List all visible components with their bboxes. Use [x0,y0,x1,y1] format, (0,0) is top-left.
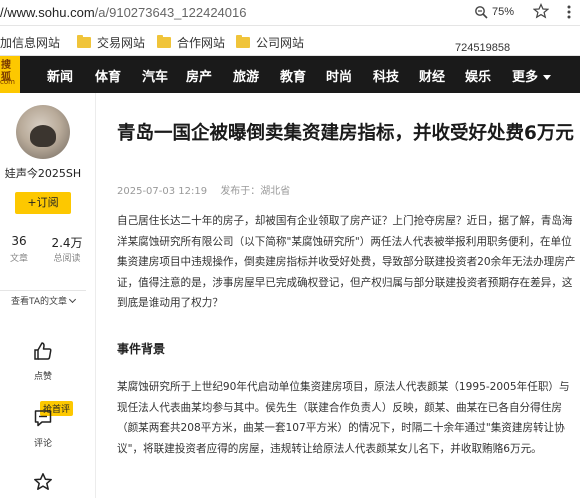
star-icon [34,473,52,490]
bookmark-folder[interactable]: 交易网站 [77,34,145,51]
like-button[interactable]: 点赞 [26,341,60,382]
zoom-out-icon[interactable] [474,5,488,19]
articles-count: 36 [11,234,27,248]
thumbs-up-icon [34,342,52,360]
author-name[interactable]: 娃声今2025SH [0,165,86,181]
folder-icon [236,35,250,48]
nav-item-more[interactable]: 更多 [512,66,552,85]
address-bar[interactable]: //www.sohu.com/a/910273643_122424016 75% [0,0,580,26]
nav-item-finance[interactable]: 财经 [419,66,445,85]
publish-location: 发布于：湖北省 [220,186,291,197]
bookmark-label: 合作网站 [177,36,226,50]
follow-button[interactable]: +订阅 [15,192,71,214]
nav-item-education[interactable]: 教育 [280,66,306,85]
folder-icon [77,35,91,48]
nav-item-tech[interactable]: 科技 [373,66,399,85]
nav-item-news[interactable]: 新闻 [47,66,73,85]
section-heading: 事件背景 [117,342,166,356]
column-divider [95,93,96,498]
publish-date: 2025-07-03 12:19 [117,186,208,197]
bookmark-phone-text: 724519858 [455,42,511,54]
views-label: 总阅读 [53,254,81,264]
articles-label: 文章 [9,254,28,264]
comment-button[interactable]: 评论 [26,408,60,449]
nav-item-sports[interactable]: 体育 [95,66,121,85]
bookmark-folder[interactable]: 合作网站 [157,34,225,51]
comment-icon [34,410,52,427]
see-author-articles-link[interactable]: 查看TA的文章 [0,290,86,307]
like-label: 点赞 [33,372,52,382]
favorite-button[interactable] [26,472,60,496]
views-count: 2.4万 [51,236,83,250]
article-paragraph: 自己居住长达二十年的房子，却被国有企业领取了房产证？上门抢夺房屋？近日，据了解，… [117,215,576,310]
nav-item-entertainment[interactable]: 娱乐 [465,66,491,85]
caret-down-icon [543,75,552,80]
nav-item-fashion[interactable]: 时尚 [326,66,352,85]
bookmark-label: 加信息网站 [0,36,61,50]
article-paragraph: 某腐蚀研究所于上世纪90年代启动单位集资建房项目，原法人代表颜某（1995-20… [117,381,570,455]
bookmark-label: 公司网站 [256,36,305,50]
chevron-down-icon [68,295,77,304]
bookmark-label: 交易网站 [97,36,146,50]
author-avatar[interactable] [16,105,70,159]
article-title: 青岛一国企被曝倒卖集资建房指标，并收受好处费6万元 [117,123,574,144]
logo-sub: com [0,78,15,86]
sohu-logo[interactable]: 搜狐 com [0,56,20,93]
folder-icon [157,35,171,48]
url-path: /a/910273643_122424016 [94,5,247,20]
bookmark-folder[interactable]: 加信息网站 [0,34,60,51]
browser-menu-icon[interactable] [561,3,577,21]
bookmark-star-icon[interactable] [533,3,549,19]
bookmark-folder[interactable]: 公司网站 [236,34,304,51]
article-meta: 2025-07-03 12:19 发布于：湖北省 [117,182,300,197]
nav-item-auto[interactable]: 汽车 [142,66,168,85]
see-articles-label: 查看TA的文章 [11,297,67,307]
url-host: //www.sohu.com [0,5,95,20]
channel-nav: 搜狐 com 新闻 体育 汽车 房产 旅游 教育 时尚 科技 财经 娱乐 更多 [0,56,580,93]
nav-item-travel[interactable]: 旅游 [233,66,259,85]
zoom-level: 75% [492,6,515,18]
nav-more-label: 更多 [512,70,539,85]
url-text[interactable]: //www.sohu.com/a/910273643_122424016 [0,5,246,20]
comment-label: 评论 [33,439,52,449]
nav-item-realestate[interactable]: 房产 [186,66,212,85]
